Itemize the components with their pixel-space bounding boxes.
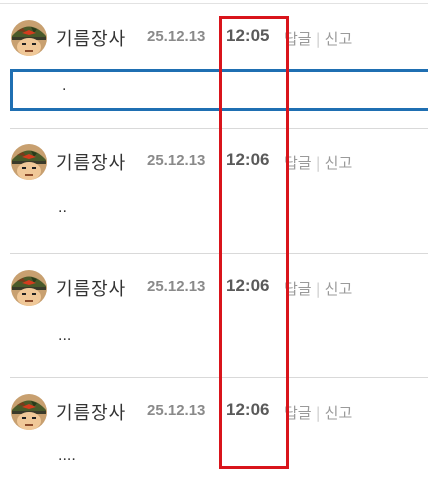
comment-divider <box>10 253 428 254</box>
comment-text: ... <box>58 327 72 344</box>
nickname[interactable]: 기름장사 <box>56 149 126 175</box>
comment-item: 기름장사 25.12.13 12:06 답글 | 신고 ... <box>0 255 428 379</box>
comment-text: . <box>62 77 67 94</box>
comment-date: 25.12.13 <box>147 278 206 295</box>
comment-date: 25.12.13 <box>147 152 206 169</box>
report-link[interactable]: 신고 <box>325 404 353 422</box>
comment-date: 25.12.13 <box>147 402 206 419</box>
comment-divider <box>10 377 428 378</box>
action-separator: | <box>315 280 321 298</box>
comment-actions: 답글 | 신고 <box>284 402 352 423</box>
comment-time: 12:06 <box>226 400 270 419</box>
comment-list-page: 기름장사 25.12.13 12:05 답글 | 신고 . 기름장사 25.12… <box>0 0 428 485</box>
comment-actions: 답글 | 신고 <box>284 278 352 299</box>
comment-time: 12:05 <box>226 26 270 45</box>
report-link[interactable]: 신고 <box>325 280 353 298</box>
nickname[interactable]: 기름장사 <box>56 25 126 51</box>
nickname[interactable]: 기름장사 <box>56 399 126 425</box>
action-separator: | <box>315 30 321 48</box>
reply-link[interactable]: 답글 <box>284 154 312 172</box>
selected-comment-highlight <box>10 69 428 111</box>
comment-actions: 답글 | 신고 <box>284 28 352 49</box>
user-avatar-icon[interactable] <box>10 393 48 431</box>
user-avatar-icon[interactable] <box>10 19 48 57</box>
top-divider <box>0 3 428 4</box>
reply-link[interactable]: 답글 <box>284 280 312 298</box>
comment-text: .... <box>58 447 76 464</box>
comment-item: 기름장사 25.12.13 12:06 답글 | 신고 .. <box>0 129 428 253</box>
report-link[interactable]: 신고 <box>325 154 353 172</box>
comment-item: 기름장사 25.12.13 12:05 답글 | 신고 . <box>0 5 428 129</box>
comment-date: 25.12.13 <box>147 28 206 45</box>
report-link[interactable]: 신고 <box>325 30 353 48</box>
user-avatar-icon[interactable] <box>10 269 48 307</box>
comment-actions: 답글 | 신고 <box>284 152 352 173</box>
action-separator: | <box>315 404 321 422</box>
comment-time: 12:06 <box>226 150 270 169</box>
action-separator: | <box>315 154 321 172</box>
comment-item: 기름장사 25.12.13 12:06 답글 | 신고 .... <box>0 379 428 485</box>
comment-time: 12:06 <box>226 276 270 295</box>
comment-text: .. <box>58 199 67 216</box>
reply-link[interactable]: 답글 <box>284 30 312 48</box>
nickname[interactable]: 기름장사 <box>56 275 126 301</box>
user-avatar-icon[interactable] <box>10 143 48 181</box>
reply-link[interactable]: 답글 <box>284 404 312 422</box>
